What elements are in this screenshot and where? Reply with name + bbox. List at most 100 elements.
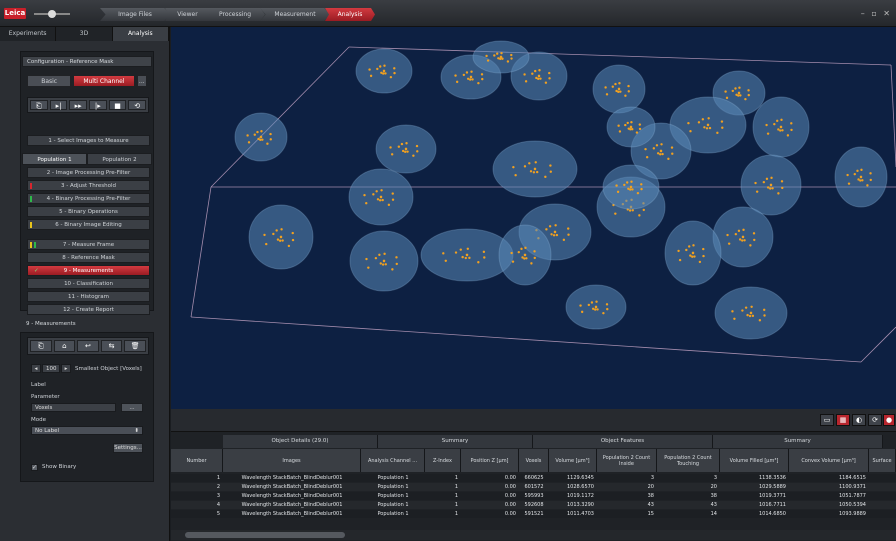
step-forward-icon[interactable]: ▸|	[49, 100, 68, 110]
undo-icon[interactable]: ↩	[77, 340, 99, 352]
zoom-slider[interactable]	[34, 10, 70, 18]
column-header[interactable]: Images	[223, 449, 361, 472]
config-section-header[interactable]: Configuration - Reference Mask	[22, 56, 152, 67]
workflow-processing[interactable]: Processing	[205, 8, 265, 21]
record-icon[interactable]: ●	[883, 414, 895, 426]
column-header[interactable]: Position Z [µm]	[461, 449, 519, 472]
step-9[interactable]: ✓ 9 - Measurements	[27, 265, 150, 276]
table-cell: 1	[454, 493, 458, 499]
parameter-browse-button[interactable]: ...	[121, 403, 143, 412]
column-header[interactable]: Surface	[869, 449, 896, 472]
show-binary-checkbox[interactable]: ✓	[31, 464, 38, 471]
increment-button[interactable]: ▸	[61, 364, 71, 373]
column-header[interactable]: Analysis Channel ...	[361, 449, 425, 472]
tab-3d[interactable]: 3D	[56, 27, 113, 41]
smallest-object-input[interactable]: 100	[42, 364, 60, 373]
workflow-image-files[interactable]: Image Files	[100, 8, 170, 21]
workflow-analysis[interactable]: Analysis	[325, 8, 375, 21]
table-cell: 14	[710, 511, 717, 517]
tab-population-1[interactable]: Population 1	[22, 153, 87, 165]
column-header[interactable]: Population 2 Count Inside	[597, 449, 657, 472]
step-12[interactable]: 12 - Create Report	[27, 304, 150, 315]
slider-knob[interactable]	[48, 10, 56, 18]
column-header[interactable]: Z-Index	[425, 449, 461, 472]
spot-marker	[697, 121, 701, 124]
table-view-icon[interactable]: ▭	[820, 414, 834, 426]
tab-population-2[interactable]: Population 2	[87, 153, 152, 165]
group-object-features[interactable]: Object Features	[533, 435, 713, 448]
step-6[interactable]: 6 - Binary Image Editing	[27, 219, 150, 230]
parameter-field[interactable]: Voxels	[31, 403, 116, 412]
table-row[interactable]: 1 Wavelength StackBatch_BlindDeblur001 Pop…	[171, 474, 896, 482]
table-cell: Population 1	[377, 484, 409, 490]
grid-view-icon[interactable]: ▦	[836, 414, 850, 426]
spot-marker	[376, 198, 380, 201]
horizontal-scrollbar[interactable]	[171, 530, 896, 540]
spot-marker	[624, 123, 627, 127]
stop-icon[interactable]: ■	[108, 100, 127, 110]
column-header[interactable]: Volume Filled [µm³]	[720, 449, 789, 472]
spot-marker	[744, 306, 748, 309]
spot-marker	[619, 90, 622, 93]
spot-marker	[790, 122, 793, 125]
chart-icon[interactable]: ◐	[852, 414, 866, 426]
table-row[interactable]: 5 Wavelength StackBatch_BlindDeblur001 Pop…	[171, 510, 896, 518]
table-row[interactable]: 4 Wavelength StackBatch_BlindDeblur001 Pop…	[171, 501, 896, 509]
table-cell: 0.00	[504, 511, 516, 517]
table-cell: 0.00	[504, 484, 516, 490]
mode-select[interactable]: No Label ⬍	[31, 426, 143, 435]
skip-end-icon[interactable]: |▸	[89, 100, 107, 110]
copy-icon[interactable]: ⎗	[30, 100, 48, 110]
fast-forward-icon[interactable]: ▸▸	[69, 100, 88, 110]
group-summary-2[interactable]: Summary	[713, 435, 883, 448]
spot-marker	[481, 77, 484, 81]
spot-marker	[629, 188, 632, 191]
step-2[interactable]: 2 - Image Processing Pre-Filter	[27, 167, 150, 178]
group-object-details[interactable]: Object Details (29.0)	[223, 435, 378, 448]
settings-button[interactable]: Settings...	[113, 443, 143, 453]
scrollbar-thumb[interactable]	[185, 532, 345, 538]
tab-analysis[interactable]: Analysis	[112, 27, 169, 41]
step-7[interactable]: 7 - Measure Frame	[27, 239, 150, 250]
group-summary-1[interactable]: Summary	[378, 435, 533, 448]
spot-marker	[618, 130, 622, 133]
workflow-measurement[interactable]: Measurement	[260, 8, 330, 21]
table-row[interactable]: 2 Wavelength StackBatch_BlindDeblur001 Pop…	[171, 483, 896, 491]
spot-marker	[688, 245, 691, 248]
config-more-button[interactable]: ...	[136, 75, 148, 87]
step-select-images[interactable]: 1 - Select Images to Measure	[27, 135, 150, 146]
table-row[interactable]: 3 Wavelength StackBatch_BlindDeblur001 Pop…	[171, 492, 896, 500]
trash-icon[interactable]: 🗑	[124, 340, 146, 352]
spot-marker	[378, 199, 382, 202]
column-header[interactable]: Voxels	[519, 449, 549, 472]
volume-viewer[interactable]	[171, 27, 896, 409]
spot-marker	[480, 73, 484, 76]
spot-marker	[259, 135, 263, 139]
step-4[interactable]: 4 - Binary Processing Pre-Filter	[27, 193, 150, 204]
multi-channel-button[interactable]: Multi Channel	[73, 75, 135, 87]
tab-experiments[interactable]: Experiments	[0, 27, 57, 41]
workflow-viewer[interactable]: Viewer	[165, 8, 210, 21]
copy-icon[interactable]: ⎗	[30, 340, 52, 352]
step-10[interactable]: 10 - Classification	[27, 278, 150, 289]
decrement-button[interactable]: ◂	[31, 364, 41, 373]
measurements-section-header[interactable]: 9 - Measurements	[22, 319, 152, 330]
step-11[interactable]: 11 - Histogram	[27, 291, 150, 302]
basic-button[interactable]: Basic	[27, 75, 72, 87]
step-8[interactable]: 8 - Reference Mask	[27, 252, 150, 263]
column-header[interactable]: Number	[171, 449, 223, 472]
step-5[interactable]: 5 - Binary Operations	[27, 206, 150, 217]
export-icon[interactable]: ⟳	[868, 414, 882, 426]
column-header[interactable]: Volume [µm³]	[549, 449, 597, 472]
step-3[interactable]: 3 - Adjust Threshold	[27, 180, 150, 191]
swap-icon[interactable]: ⇆	[100, 340, 123, 352]
window-controls[interactable]: – ▫ ✕	[861, 9, 892, 18]
spot-marker	[469, 78, 472, 81]
column-header[interactable]: Convex Volume [µm³]	[789, 449, 869, 472]
bookmark-icon[interactable]: ⌂	[53, 340, 76, 352]
refresh-icon[interactable]: ⟲	[128, 100, 147, 110]
column-header[interactable]: Population 2 Count Touching	[657, 449, 720, 472]
status-marker	[30, 196, 32, 202]
table-cell: 1129.6345	[566, 475, 594, 481]
volume-render[interactable]	[171, 27, 896, 409]
